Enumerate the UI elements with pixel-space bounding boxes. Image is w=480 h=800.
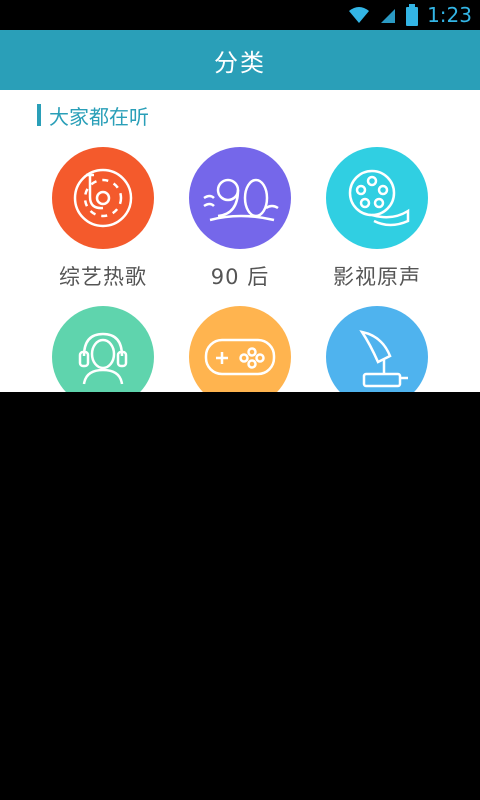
category-content[interactable]: 大家都在听 综艺热歌 90 后 影视原声 [0, 90, 480, 392]
app-bar: 分类 [0, 30, 480, 90]
signal-icon [381, 9, 396, 23]
category-label: 90 后 [210, 265, 270, 289]
section-accent-bar [37, 104, 41, 126]
section-header: 大家都在听 [37, 103, 149, 129]
section-title: 大家都在听 [49, 104, 149, 129]
status-time: 1:23 [427, 3, 472, 27]
turntable-icon [52, 147, 154, 249]
headphones-person-icon [52, 306, 154, 392]
category-item-soundtrack[interactable]: 影视原声 [307, 147, 447, 291]
gamepad-icon [189, 306, 291, 392]
battery-icon [406, 4, 419, 26]
page-title: 分类 [214, 48, 266, 77]
gramophone-icon [326, 306, 428, 392]
category-item-6[interactable] [307, 306, 447, 392]
category-item-90s[interactable]: 90 后 [170, 147, 310, 291]
category-label: 影视原声 [333, 265, 421, 289]
category-label: 综艺热歌 [59, 265, 147, 289]
status-icons: 1:23 [347, 0, 472, 30]
wifi-icon [349, 7, 370, 23]
status-bar: 1:23 [0, 0, 480, 30]
film-reel-icon [326, 147, 428, 249]
ninety-icon [189, 147, 291, 249]
category-item-variety-hits[interactable]: 综艺热歌 [33, 147, 173, 291]
blank-area [0, 392, 480, 800]
category-item-5[interactable] [170, 306, 310, 392]
category-item-4[interactable] [33, 306, 173, 392]
